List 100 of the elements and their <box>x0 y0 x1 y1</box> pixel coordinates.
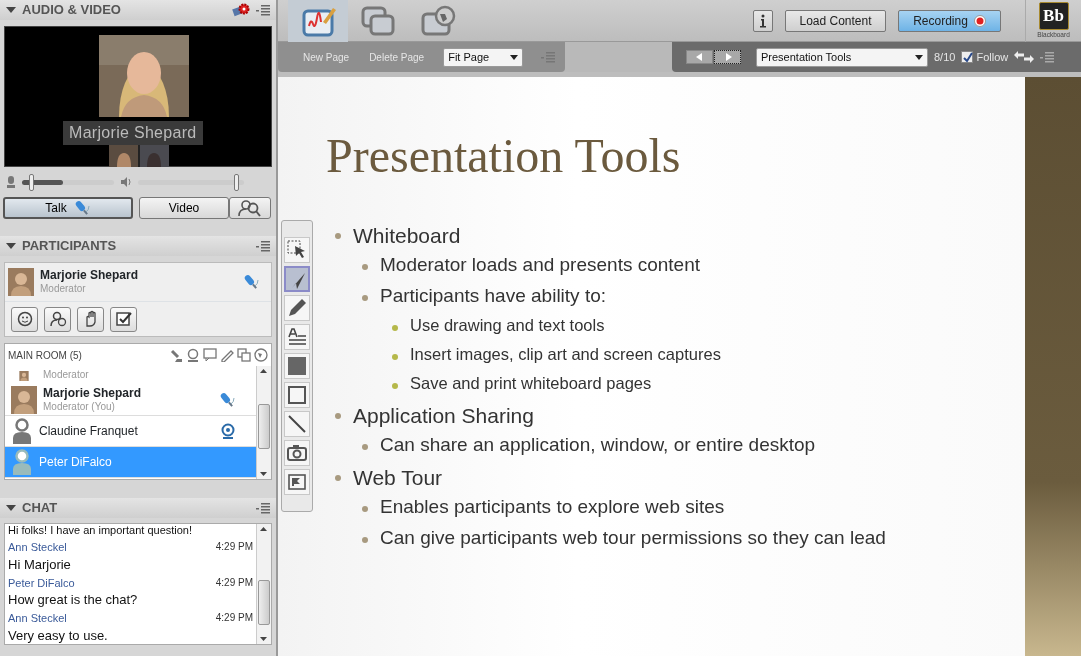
chat-time: 4:29 PM <box>215 611 253 625</box>
participant-name: Peter DiFalco <box>39 454 113 470</box>
microphone-icon <box>6 176 16 188</box>
slider-thumb[interactable] <box>234 173 239 191</box>
raise-hand-button[interactable] <box>77 306 104 332</box>
load-content-button[interactable]: Load Content <box>785 9 886 32</box>
zoom-dropdown[interactable]: Fit Page <box>443 47 524 67</box>
speaker-name: Marjorie Shepard <box>63 121 203 145</box>
avatar <box>11 386 37 414</box>
globe-icon <box>419 3 457 38</box>
emoticon-button[interactable] <box>11 306 38 332</box>
scroll-up-icon[interactable] <box>257 366 270 376</box>
panel-title: CHAT <box>22 499 59 518</box>
talk-button[interactable]: Talk <box>3 197 133 219</box>
info-button[interactable] <box>753 9 773 32</box>
collapse-icon[interactable] <box>6 504 16 512</box>
chat-time: 4:29 PM <box>215 575 253 590</box>
pen-tool[interactable] <box>284 295 310 321</box>
speaker-icon <box>120 176 132 188</box>
select-tool[interactable] <box>284 237 310 263</box>
recording-button[interactable]: Recording <box>898 9 1001 32</box>
participant-role: Moderator <box>40 283 87 296</box>
bullet-text: Whiteboard <box>353 223 461 249</box>
bullet-text: Web Tour <box>353 465 443 491</box>
scroll-up-icon[interactable] <box>257 524 270 534</box>
participant-role: Moderator <box>43 369 90 382</box>
slide-title: Presentation Tools <box>326 132 682 180</box>
line-tool[interactable] <box>284 411 310 437</box>
slider-thumb[interactable] <box>28 173 34 191</box>
bullet-icon <box>362 536 368 543</box>
follow-checkbox[interactable] <box>961 51 974 63</box>
swap-arrows-icon[interactable] <box>1014 51 1035 63</box>
chat-message: How great is the chat? <box>8 591 139 608</box>
bullet-icon <box>392 382 398 389</box>
bullet-icon <box>335 412 341 419</box>
bullet-text: Moderator loads and presents content <box>380 253 701 277</box>
bullet-text: Save and print whiteboard pages <box>410 373 652 394</box>
bullet-icon <box>335 232 341 239</box>
scrollbar[interactable] <box>256 366 271 479</box>
bullet-text: Use drawing and text tools <box>410 315 605 336</box>
chat-sender: Ann Steckel <box>8 611 67 626</box>
bullet-text: Participants have ability to: <box>380 284 606 308</box>
away-icon <box>48 310 67 328</box>
rectangle-tool[interactable] <box>284 382 310 408</box>
follow-label: Follow <box>976 49 1009 65</box>
chat-sender: Peter DiFalco <box>8 575 75 591</box>
away-button[interactable] <box>44 306 71 332</box>
panel-title: PARTICIPANTS <box>22 237 118 256</box>
participant-name: Marjorie Shepard <box>40 268 140 284</box>
avatar <box>8 268 34 296</box>
bullet-text: Can share an application, window, or entire desktop <box>380 433 816 457</box>
record-icon <box>973 14 986 27</box>
participant-name: Claudine Franquet <box>39 423 139 439</box>
scroll-down-icon[interactable] <box>257 634 270 644</box>
chat-icon <box>203 348 217 362</box>
video-button[interactable]: Video <box>139 197 229 219</box>
whiteboard-tool[interactable] <box>288 0 348 42</box>
caret-icon <box>510 54 519 60</box>
bullet-text: Application Sharing <box>353 403 534 429</box>
participant-name: Marjorie Shepard <box>43 386 143 402</box>
scrollbar[interactable] <box>256 524 271 644</box>
settings-icon[interactable] <box>232 3 250 17</box>
chat-time: 4:29 PM <box>215 540 253 554</box>
image-tool[interactable] <box>284 469 310 495</box>
chat-message: Hi folks! I have an important question! <box>8 524 194 537</box>
microphone-icon <box>169 348 183 362</box>
webcam-icon <box>186 348 200 362</box>
bullet-icon <box>362 263 368 270</box>
collapse-icon[interactable] <box>6 6 16 14</box>
chat-message: Hi Marjorie <box>8 555 72 573</box>
rectangle-tool[interactable] <box>284 353 310 379</box>
collapse-icon[interactable] <box>6 242 16 250</box>
panel-title: AUDIO & VIDEO <box>22 1 122 20</box>
camera-tool[interactable] <box>284 440 310 466</box>
menu-icon[interactable] <box>256 4 270 16</box>
pointer-tool[interactable] <box>284 266 310 292</box>
windows-icon <box>237 348 251 362</box>
info-icon <box>758 13 768 28</box>
page-dropdown[interactable]: Presentation Tools <box>756 47 928 67</box>
room-title: MAIN ROOM (5) <box>8 348 83 363</box>
chat-sender: Ann Steckel <box>8 540 67 555</box>
emoticon-icon <box>15 310 34 328</box>
chat-message: Very easy to use. <box>8 626 109 644</box>
participant-row[interactable]: Marjorie Shepard Moderator (You) <box>5 385 256 416</box>
person-search-icon <box>238 199 262 217</box>
bullet-text: Enables participants to explore web sites <box>380 495 725 519</box>
video-search-button[interactable] <box>229 197 271 219</box>
caret-icon <box>915 54 923 60</box>
globe-icon <box>254 348 268 362</box>
poll-icon <box>114 310 133 328</box>
poll-button[interactable] <box>110 306 137 332</box>
next-page-button[interactable] <box>714 50 741 64</box>
page-count: 8/10 <box>934 49 956 65</box>
scroll-down-icon[interactable] <box>257 469 270 479</box>
bullet-text: Can give participants web tour permissions so they can lead <box>380 526 886 550</box>
person-icon <box>11 418 33 444</box>
text-tool[interactable] <box>284 324 310 350</box>
menu-icon[interactable] <box>256 240 270 252</box>
rectangle-icon <box>285 354 309 378</box>
menu-icon[interactable] <box>256 502 270 514</box>
